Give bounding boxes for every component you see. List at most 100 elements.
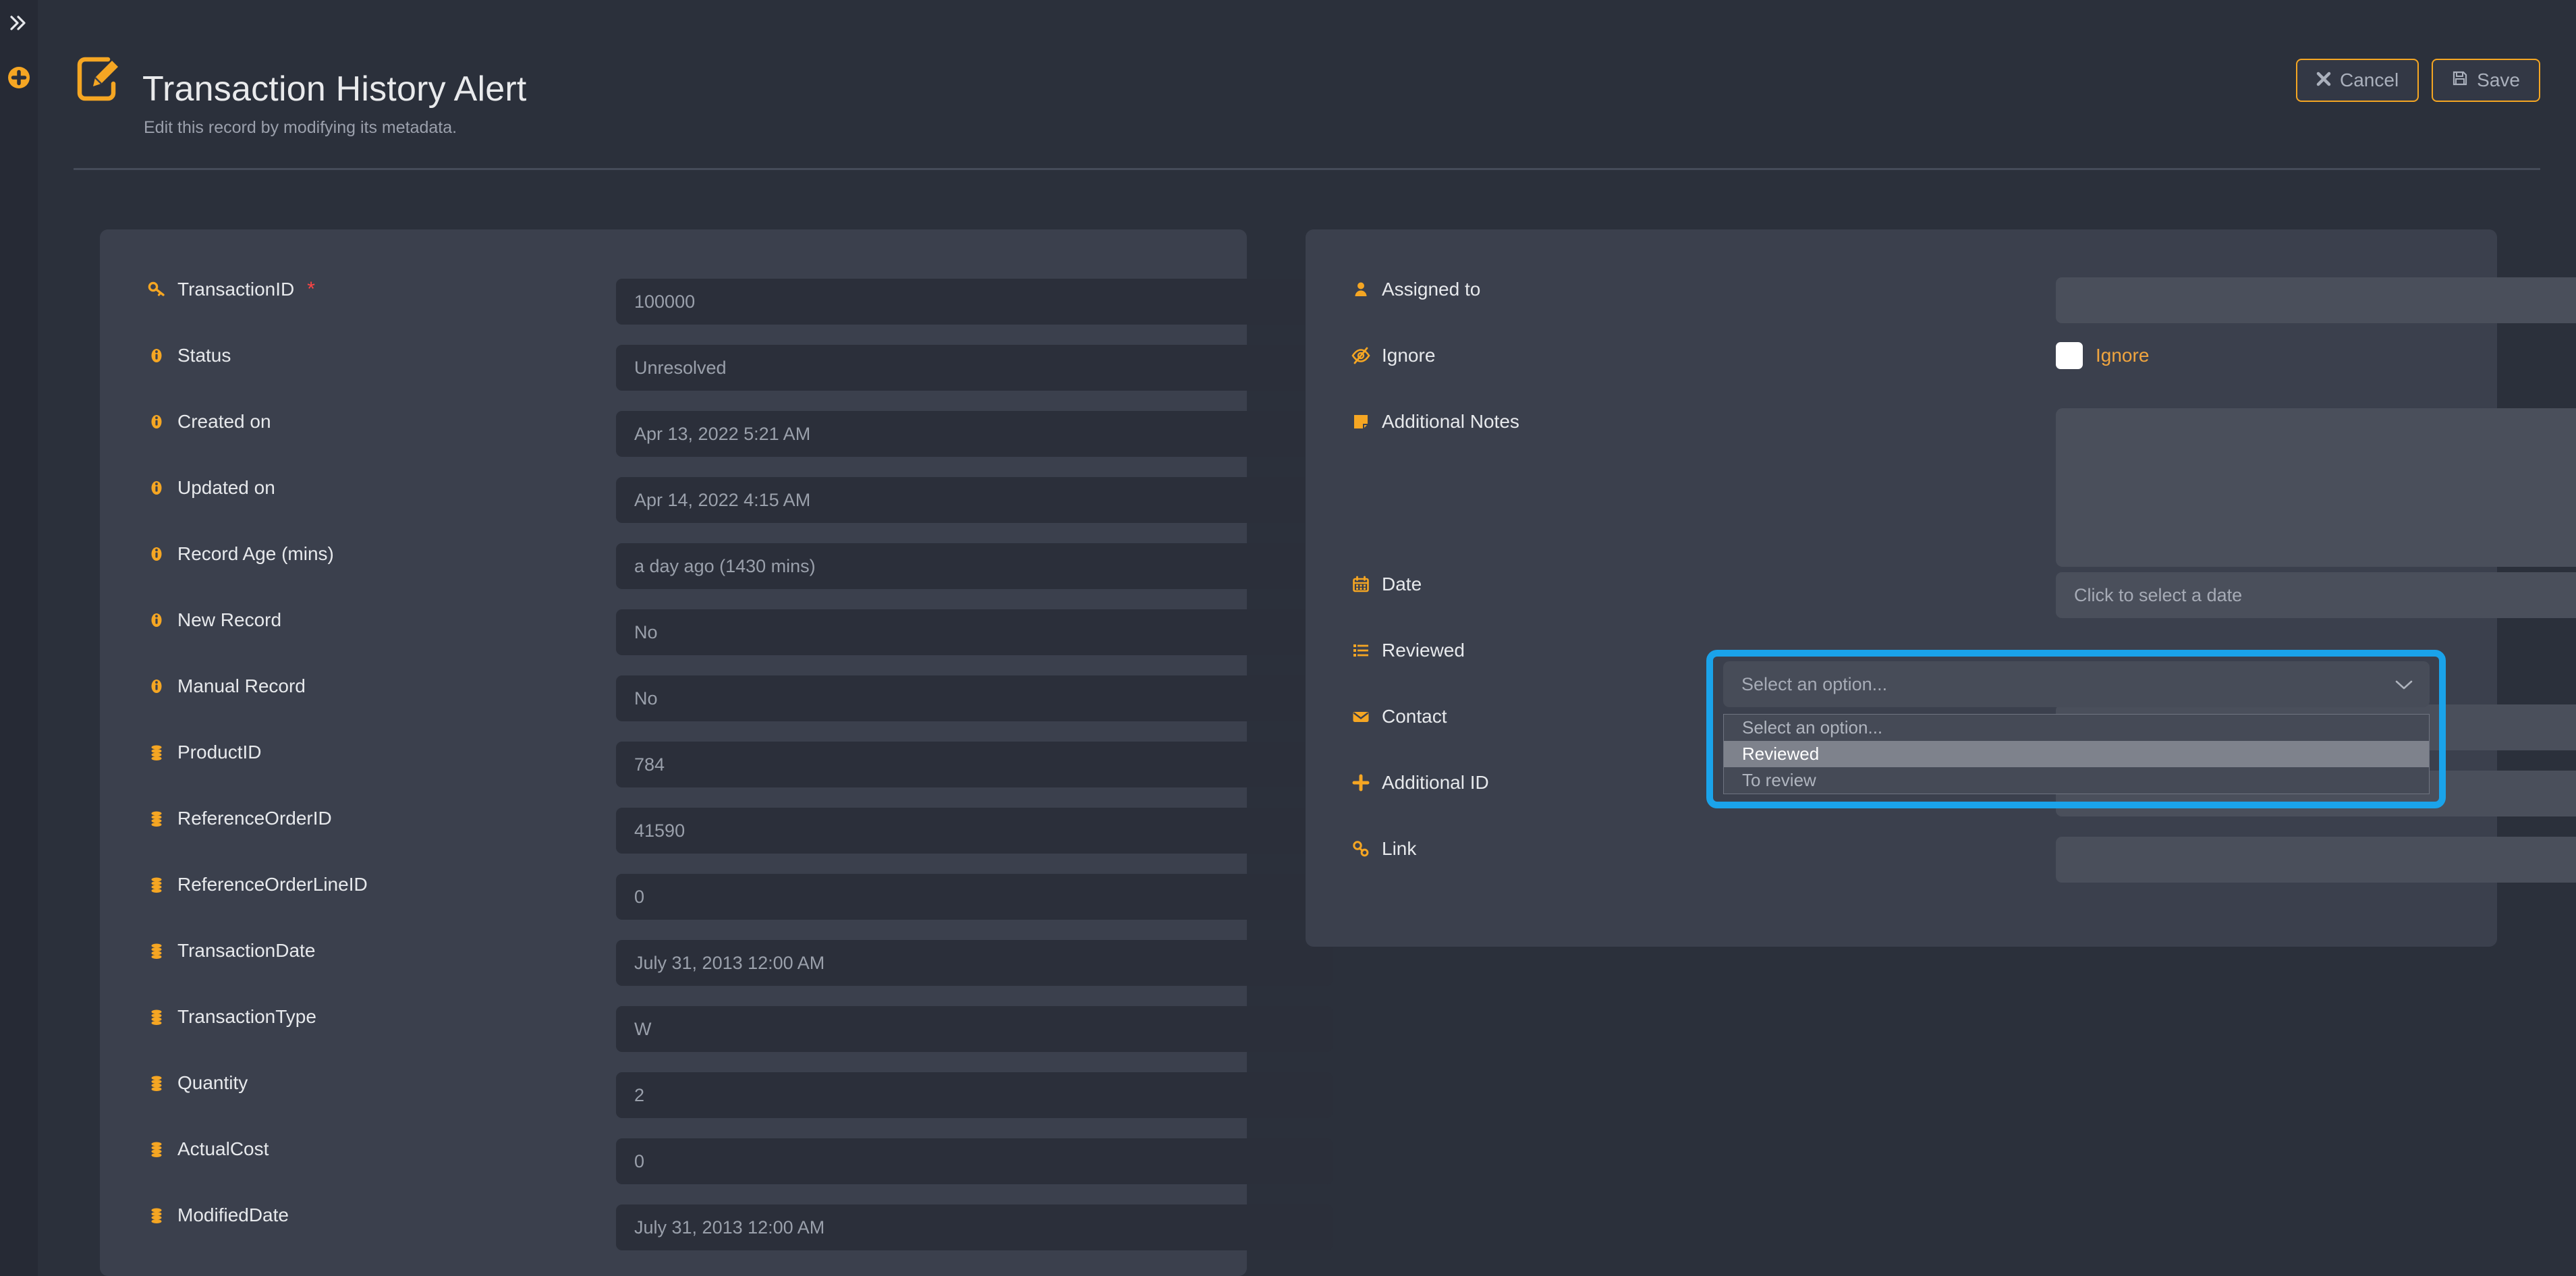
field-value-input[interactable]: Apr 13, 2022 5:21 AM — [616, 411, 1333, 457]
field-label-text: TransactionID — [177, 279, 295, 300]
field-value-input[interactable]: 0 — [616, 874, 1333, 920]
field-row: TransactionType W — [100, 994, 1333, 1060]
expand-sidebar-button[interactable] — [6, 11, 32, 37]
plus-icon — [1351, 773, 1370, 793]
field-value-input[interactable]: a day ago (1430 mins) — [616, 543, 1333, 589]
field-row: ActualCost 0 — [100, 1126, 1333, 1192]
field-label: ProductID — [147, 742, 262, 763]
field-value-input[interactable]: W — [616, 1006, 1333, 1052]
reviewed-select-trigger[interactable]: Select an option... — [1723, 661, 2430, 707]
ignore-row: Ignore Ignore — [1306, 333, 2497, 399]
assigned-to-input[interactable] — [2056, 277, 2576, 323]
header-actions: Cancel Save — [2296, 59, 2540, 102]
info-icon — [147, 345, 166, 366]
link-icon — [1351, 839, 1370, 859]
link-input[interactable] — [2056, 837, 2576, 883]
assigned-to-row: Assigned to — [1306, 267, 2576, 333]
field-label: Manual Record — [147, 675, 306, 697]
field-label-text: Quantity — [177, 1072, 248, 1093]
field-value-input[interactable]: 41590 — [616, 808, 1333, 854]
info-icon — [147, 610, 166, 630]
field-label: TransactionDate — [147, 940, 315, 962]
field-value-input[interactable]: Unresolved — [616, 345, 1333, 391]
info-icon — [147, 478, 166, 498]
field-value-input[interactable]: 100000 — [616, 279, 1333, 325]
field-label-text: ModifiedDate — [177, 1204, 289, 1225]
field-label-text: Manual Record — [177, 675, 306, 696]
field-label: Assigned to — [1351, 279, 1480, 300]
plus-circle-icon — [7, 66, 30, 92]
additional-notes-row: Additional Notes — [1306, 399, 2576, 567]
reviewed-select-option[interactable]: To review — [1724, 767, 2429, 794]
field-label-text: Additional ID — [1382, 772, 1489, 793]
page-title: Transaction History Alert — [142, 70, 527, 109]
database-icon — [147, 742, 166, 762]
field-row: New Record No — [100, 597, 1333, 663]
database-icon — [147, 941, 166, 961]
database-icon — [147, 808, 166, 829]
field-row: Record Age (mins) a day ago (1430 mins) — [100, 531, 1333, 597]
field-label: Link — [1351, 838, 1416, 860]
field-label-text: ProductID — [177, 742, 262, 762]
field-row: ProductID 784 — [100, 729, 1333, 796]
edit-record-icon — [73, 53, 125, 105]
field-row: Status Unresolved — [100, 333, 1333, 399]
calendar-icon — [1351, 574, 1370, 594]
double-chevron-right-icon — [9, 14, 29, 35]
page-header: Transaction History Alert Edit this reco… — [38, 0, 2576, 170]
field-label-text: New Record — [177, 609, 282, 630]
required-marker: * — [307, 278, 315, 300]
save-button[interactable]: Save — [2432, 59, 2540, 102]
field-row: TransactionDate July 31, 2013 12:00 AM — [100, 928, 1333, 994]
info-icon — [147, 412, 166, 432]
envelope-icon — [1351, 706, 1370, 727]
cancel-button[interactable]: Cancel — [2296, 59, 2419, 102]
field-value-input[interactable]: 0 — [616, 1138, 1333, 1184]
field-value-input[interactable]: No — [616, 675, 1333, 721]
field-value-input[interactable]: Apr 14, 2022 4:15 AM — [616, 477, 1333, 523]
field-label: Ignore — [1351, 345, 1435, 366]
field-value-input[interactable]: No — [616, 609, 1333, 655]
key-icon — [147, 279, 166, 300]
field-value-input[interactable]: July 31, 2013 12:00 AM — [616, 940, 1333, 986]
left-rail — [0, 0, 38, 1276]
date-input[interactable]: Click to select a date — [2056, 572, 2576, 618]
ignore-checkbox-wrap[interactable]: Ignore — [2056, 342, 2149, 369]
field-label-text: TransactionDate — [177, 940, 316, 961]
floppy-disk-icon — [2452, 70, 2468, 91]
field-label: TransactionID * — [147, 279, 315, 300]
field-row: ReferenceOrderLineID 0 — [100, 862, 1333, 928]
database-icon — [147, 1205, 166, 1225]
reviewed-select-options[interactable]: Select an option... Reviewed To review — [1723, 714, 2430, 794]
record-metadata-panel: TransactionID * 100000 Status Unresolved Crea… — [100, 229, 1333, 1276]
link-row: Link — [1306, 826, 2576, 892]
field-label: Updated on — [147, 477, 275, 499]
field-label-text: ReferenceOrderID — [177, 808, 332, 829]
field-value-input[interactable]: 2 — [616, 1072, 1333, 1118]
field-label: ReferenceOrderLineID — [147, 874, 368, 895]
field-label-text: Updated on — [177, 477, 275, 498]
field-label: ReferenceOrderID — [147, 808, 332, 829]
field-label: Created on — [147, 411, 271, 433]
field-value-input[interactable]: 784 — [616, 742, 1333, 787]
database-icon — [147, 1073, 166, 1093]
field-label: Status — [147, 345, 231, 366]
field-row: Manual Record No — [100, 663, 1333, 729]
field-value-input[interactable]: July 31, 2013 12:00 AM — [616, 1204, 1333, 1250]
field-label-text: Additional Notes — [1382, 411, 1519, 432]
header-divider — [74, 168, 2540, 170]
reviewed-select-option[interactable]: Reviewed — [1724, 741, 2429, 767]
field-label: Additional Notes — [1351, 411, 1519, 433]
field-label-text: Status — [177, 345, 231, 366]
additional-notes-textarea[interactable] — [2056, 408, 2576, 567]
save-button-label: Save — [2477, 70, 2520, 90]
reviewed-select-option[interactable]: Select an option... — [1724, 715, 2429, 741]
eye-slash-icon — [1351, 345, 1370, 366]
ignore-checkbox[interactable] — [2056, 342, 2083, 369]
add-button[interactable] — [2, 62, 36, 96]
field-label-text: TransactionType — [177, 1006, 316, 1027]
field-label-text: ReferenceOrderLineID — [177, 874, 368, 895]
page-subtitle: Edit this record by modifying its metada… — [144, 118, 457, 137]
field-label-text: Date — [1382, 574, 1422, 594]
field-label: Additional ID — [1351, 772, 1489, 794]
